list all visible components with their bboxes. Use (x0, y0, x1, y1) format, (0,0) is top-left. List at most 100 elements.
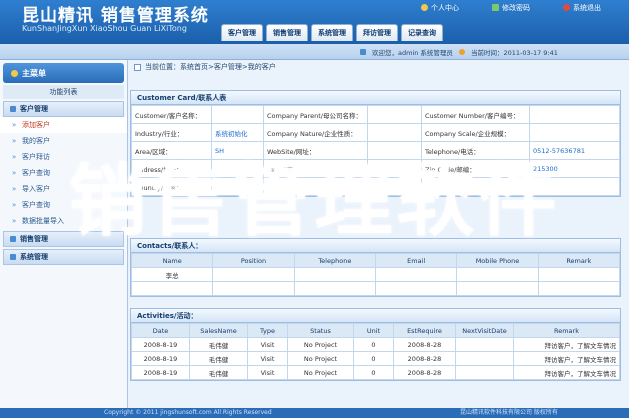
current-time: 当前时间：2011-03-17 9:41 (470, 49, 558, 57)
welcome-text: 欢迎您，admin 系统管理员 (372, 49, 453, 57)
tab-visit-mgmt[interactable]: 拜访管理 (356, 24, 398, 41)
sidebar-group-label: 客户管理 (20, 105, 48, 113)
card-label (421, 177, 530, 196)
tab-record-query[interactable]: 记录查询 (401, 24, 443, 41)
tab-system-mgmt[interactable]: 系统管理 (311, 24, 353, 41)
sidebar-group-sales[interactable]: 销售管理 (3, 231, 124, 247)
table-cell (374, 281, 458, 296)
footer: Copyright © 2011 jingshunsoft.com All Ri… (0, 408, 629, 418)
contacts-column-header: Mobile Phone (456, 253, 539, 268)
card-label: Country/国家： (131, 177, 212, 196)
table-cell: Visit (247, 365, 288, 380)
activities-column-header: Status (287, 323, 354, 338)
card-value (211, 105, 264, 124)
session-info: 欢迎您，admin 系统管理员 当前时间：2011-03-17 9:41 (360, 47, 558, 57)
table-cell (537, 281, 621, 296)
table-cell: No Project (287, 365, 354, 380)
company-text: 昆山精讯软件科技有限公司 版权所有 (460, 409, 558, 416)
key-icon (492, 4, 499, 11)
card-row: Area/区域： SH WebSite/网址： Telephone/电话： 0512-5… (131, 141, 620, 160)
user-icon (421, 4, 428, 11)
activities-title: Activities/活动： (131, 309, 620, 323)
table-cell: 2008-8-28 (393, 351, 456, 366)
copyright-text: Copyright © 2011 jingshunsoft.com All Ri… (104, 409, 272, 416)
folder-icon (10, 106, 16, 112)
card-row: Customer/客户名称： Company Parent/母公司名称： Custo… (131, 105, 620, 124)
table-cell (212, 267, 295, 282)
table-cell: 拜访客户，了解文车情况 (513, 365, 620, 380)
card-value (211, 177, 264, 196)
card-label: Customer/客户名称： (131, 105, 212, 124)
table-cell: 2008-8-19 (131, 337, 190, 352)
card-value (529, 177, 620, 196)
user-small-icon (360, 49, 366, 55)
folder-icon (10, 236, 16, 242)
activities-column-header: Date (131, 323, 190, 338)
table-cell (130, 281, 214, 296)
sidebar-group-system[interactable]: 系统管理 (3, 249, 124, 265)
change-password-label: 修改密码 (502, 3, 530, 12)
contacts-column-header: Position (212, 253, 295, 268)
function-list-label: 功能列表 (3, 85, 124, 99)
card-label: Company Parent/母公司名称： (263, 105, 368, 124)
card-row: Address/地址： Fax/传真： Zip Code/邮编： 215300 (131, 159, 620, 178)
clock-icon (458, 49, 465, 55)
card-label: Fax/传真： (263, 159, 368, 178)
sidebar-item-customer-visit[interactable]: 客户拜访 (0, 149, 127, 165)
card-row: Industry/行业： 系统初始化 Company Nature/企业性质： Com… (131, 123, 620, 142)
contacts-panel: Contacts/联系人： Name Position Telephone Email… (130, 238, 621, 297)
table-cell: No Project (287, 337, 354, 352)
top-links: 个人中心 修改密码 系统退出 (421, 0, 601, 15)
table-cell: 2008-8-19 (131, 365, 190, 380)
tab-sales-mgmt[interactable]: 销售管理 (266, 24, 308, 41)
contacts-column-header: Remark (537, 253, 621, 268)
sidebar-item-my-customers[interactable]: 我的客户 (0, 133, 127, 149)
change-password-link[interactable]: 修改密码 (492, 3, 530, 13)
sidebar-item-import-customer[interactable]: 导入客户 (0, 181, 127, 197)
sidebar-item-customer-query[interactable]: 客户查询 (0, 165, 127, 181)
table-cell (537, 267, 621, 282)
app-logo-subtitle: KunShanJingXun XiaoShou Guan LiXiTong (22, 24, 187, 33)
table-cell: Visit (247, 351, 288, 366)
sidebar-group-customer[interactable]: 客户管理 (3, 101, 124, 117)
table-cell (212, 281, 295, 296)
card-label: Telephone/电话： (421, 141, 530, 160)
logout-link[interactable]: 系统退出 (563, 3, 601, 13)
contacts-column-header: Email (374, 253, 458, 268)
tab-customer-mgmt[interactable]: 客户管理 (221, 24, 263, 41)
menu-icon (11, 69, 18, 77)
table-cell (456, 281, 539, 296)
sidebar-item-customer-search[interactable]: 客户查询 (0, 197, 127, 213)
sidebar: 主菜单 功能列表 客户管理 添加客户 我的客户 客户拜访 客户查询 导入客户 客… (0, 60, 128, 408)
table-row: 李总 (130, 267, 621, 282)
sidebar-group-label: 系统管理 (20, 253, 48, 261)
customer-card-title: Customer Card/联系人表 (131, 91, 620, 105)
table-cell: 0 (353, 365, 394, 380)
table-cell (455, 365, 514, 380)
main-nav: 客户管理 销售管理 系统管理 拜访管理 记录查询 (221, 24, 443, 41)
card-value: 0512-57636781 (529, 141, 620, 160)
table-cell (293, 281, 376, 296)
card-row: Country/国家： (131, 177, 620, 196)
card-label (263, 177, 368, 196)
card-label: Address/地址： (131, 159, 212, 178)
activities-table: Date SalesName Type Status Unit EstRequire Nex… (131, 323, 620, 380)
card-value: 215300 (529, 159, 620, 178)
card-value: 系统初始化 (211, 123, 264, 142)
breadcrumb-icon (134, 63, 141, 71)
activities-column-header: Type (247, 323, 288, 338)
card-value (367, 159, 422, 178)
card-label: Zip Code/邮编： (421, 159, 530, 178)
table-cell (455, 337, 514, 352)
sidebar-item-batch-import[interactable]: 数据批量导入 (0, 213, 127, 229)
table-cell (455, 351, 514, 366)
table-cell: 2008-8-28 (393, 365, 456, 380)
table-row (130, 281, 621, 296)
card-value (367, 177, 422, 196)
table-cell: 毛伟健 (189, 365, 248, 380)
sidebar-item-add-customer[interactable]: 添加客户 (0, 117, 127, 133)
app-logo-title: 昆山精讯 销售管理系统 (22, 6, 209, 26)
personal-center-link[interactable]: 个人中心 (421, 3, 459, 13)
table-row: 2008-8-19 毛伟健 Visit No Project 0 2008-8-28 拜访客… (131, 365, 620, 380)
table-cell: 0 (353, 337, 394, 352)
